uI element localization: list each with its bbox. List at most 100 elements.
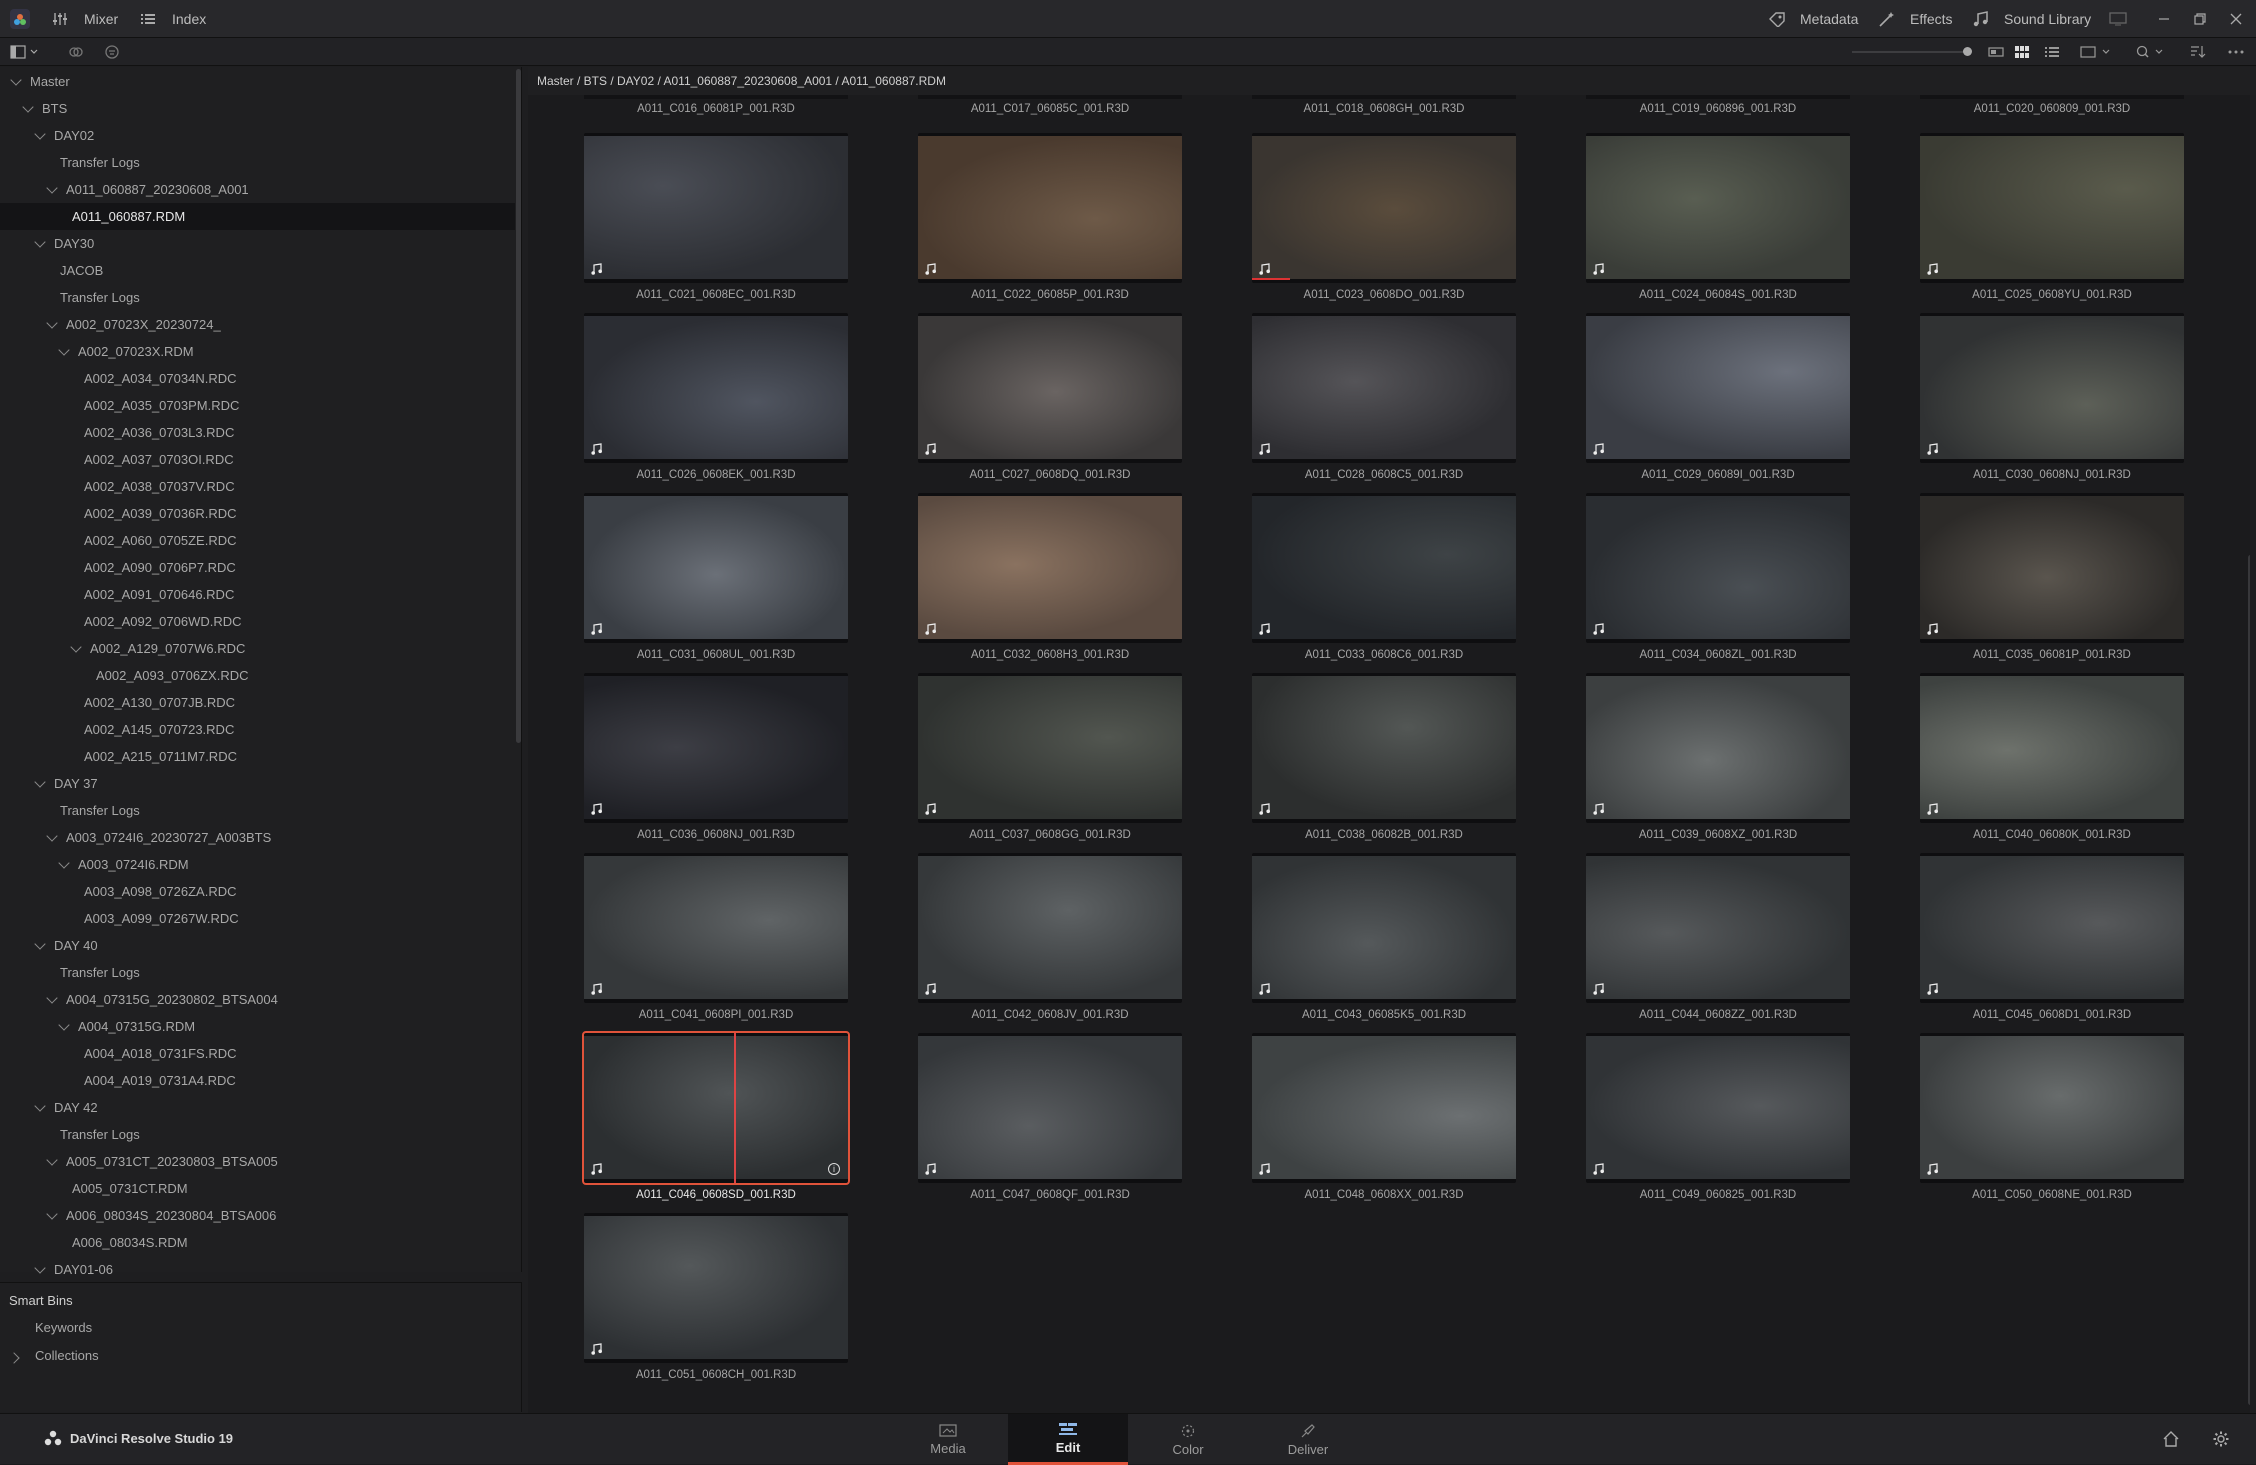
bin-tree-item[interactable]: DAY02 (0, 122, 515, 149)
chevron-down-icon[interactable] (58, 857, 70, 869)
chevron-down-icon[interactable] (46, 1154, 58, 1166)
clip-thumbnail[interactable] (1920, 133, 2184, 283)
clip-thumbnail[interactable] (1586, 1033, 1850, 1183)
bin-tree-item[interactable]: JACOB (0, 257, 515, 284)
panel-toggle-icon[interactable] (2108, 10, 2128, 28)
bin-tree-item[interactable]: A002_A060_0705ZE.RDC (0, 527, 515, 554)
clip-thumbnail[interactable] (1586, 95, 1850, 99)
bin-tree-item[interactable]: A005_0731CT_20230803_BTSA005 (0, 1148, 515, 1175)
bin-tree-item[interactable]: A002_A093_0706ZX.RDC (0, 662, 515, 689)
clip-thumbnail[interactable] (584, 95, 848, 99)
bin-tree-item[interactable]: A002_A215_0711M7.RDC (0, 743, 515, 770)
chevron-down-icon[interactable] (34, 1262, 46, 1274)
close-icon[interactable] (2226, 10, 2246, 28)
sound-library-button[interactable]: Sound Library (1972, 0, 2091, 38)
clip-thumbnail[interactable] (918, 673, 1182, 823)
settings-gear-icon[interactable] (2210, 1429, 2232, 1449)
bin-tree-item[interactable]: DAY01-06 (0, 1256, 515, 1283)
clip-thumbnail[interactable] (1920, 1033, 2184, 1183)
more-options-icon[interactable] (2226, 43, 2246, 61)
index-button[interactable]: Index (140, 0, 206, 38)
clip-thumbnail[interactable] (918, 95, 1182, 99)
bin-tree-item[interactable]: DAY 42 (0, 1094, 515, 1121)
clip-thumbnail[interactable] (1252, 673, 1516, 823)
bin-tree-item[interactable]: A005_0731CT.RDM (0, 1175, 515, 1202)
chevron-down-icon[interactable] (46, 182, 58, 194)
page-edit[interactable]: Edit (1008, 1414, 1128, 1465)
grid-scrollbar[interactable] (2248, 555, 2250, 1405)
bin-tree-item[interactable]: DAY 37 (0, 770, 515, 797)
chevron-right-icon[interactable] (8, 1352, 20, 1364)
bin-tree-item[interactable]: A004_A018_0731FS.RDC (0, 1040, 515, 1067)
sidebar-toggle-icon[interactable] (8, 43, 42, 61)
bin-tree-item[interactable]: A004_07315G_20230802_BTSA004 (0, 986, 515, 1013)
clip-thumbnail[interactable] (584, 853, 848, 1003)
clip-thumbnail[interactable] (1252, 313, 1516, 463)
filter-icon[interactable] (102, 43, 122, 61)
bin-tree-item[interactable]: A011_060887_20230608_A001 (0, 176, 515, 203)
chevron-down-icon[interactable] (10, 74, 22, 86)
clip-thumbnail[interactable] (1920, 493, 2184, 643)
clip-thumbnail[interactable] (918, 313, 1182, 463)
clip-thumbnail[interactable] (918, 1033, 1182, 1183)
chevron-down-icon[interactable] (58, 344, 70, 356)
list-view-icon[interactable] (2042, 43, 2062, 61)
sidebar-scrollbar[interactable] (516, 69, 521, 743)
bin-tree-item[interactable]: A004_A019_0731A4.RDC (0, 1067, 515, 1094)
chevron-down-icon[interactable] (58, 1019, 70, 1031)
chevron-down-icon[interactable] (34, 1100, 46, 1112)
clip-thumbnail[interactable] (1586, 673, 1850, 823)
unlink-icon[interactable] (66, 43, 86, 61)
clip-thumbnail[interactable] (918, 133, 1182, 283)
clip-thumbnail[interactable] (1586, 853, 1850, 1003)
bin-tree-item[interactable]: A002_A035_0703PM.RDC (0, 392, 515, 419)
page-color[interactable]: Color (1128, 1414, 1248, 1465)
bin-tree-item[interactable]: Transfer Logs (0, 149, 515, 176)
clip-thumbnail[interactable] (1252, 853, 1516, 1003)
bin-tree-item[interactable]: A002_A129_0707W6.RDC (0, 635, 515, 662)
clip-thumbnail[interactable] (1920, 673, 2184, 823)
clip-thumbnail[interactable] (1920, 853, 2184, 1003)
chevron-down-icon[interactable] (70, 641, 82, 653)
minimize-icon[interactable] (2154, 10, 2174, 28)
chevron-down-icon[interactable] (34, 938, 46, 950)
breadcrumb-path[interactable]: Master / BTS / DAY02 / A011_060887_20230… (537, 74, 946, 88)
chevron-down-icon[interactable] (46, 1208, 58, 1220)
bin-tree-item[interactable]: Transfer Logs (0, 1121, 515, 1148)
clip-thumbnail[interactable] (1252, 1033, 1516, 1183)
chevron-down-icon[interactable] (34, 776, 46, 788)
bin-tree-item[interactable]: A003_A099_07267W.RDC (0, 905, 515, 932)
bin-tree-item[interactable]: A011_060887.RDM (0, 203, 515, 230)
bin-tree-item[interactable]: A004_07315G.RDM (0, 1013, 515, 1040)
bin-tree-item[interactable]: Master (0, 68, 515, 95)
bin-tree-item[interactable]: BTS (0, 95, 515, 122)
clip-thumbnail[interactable] (1252, 95, 1516, 99)
clip-thumbnail[interactable]: i (582, 1031, 850, 1185)
page-media[interactable]: Media (888, 1414, 1008, 1465)
bin-tree-item[interactable]: A002_A038_07037V.RDC (0, 473, 515, 500)
bin-tree-item[interactable]: DAY 40 (0, 932, 515, 959)
bin-tree-item[interactable]: A002_07023X.RDM (0, 338, 515, 365)
chevron-down-icon[interactable] (34, 236, 46, 248)
bin-tree-item[interactable]: DAY30 (0, 230, 515, 257)
info-icon[interactable]: i (828, 1163, 840, 1175)
bin-tree-item[interactable]: Transfer Logs (0, 959, 515, 986)
bin-tree-item[interactable]: A002_A145_070723.RDC (0, 716, 515, 743)
bin-tree-item[interactable]: A002_A092_0706WD.RDC (0, 608, 515, 635)
smart-bin-keywords[interactable]: Keywords (35, 1320, 92, 1335)
effects-button[interactable]: Effects (1878, 0, 1953, 38)
page-deliver[interactable]: Deliver (1248, 1414, 1368, 1465)
home-icon[interactable] (2160, 1429, 2182, 1449)
clip-thumbnail[interactable] (918, 493, 1182, 643)
chevron-down-icon[interactable] (46, 317, 58, 329)
bin-tree-item[interactable]: A003_0724I6.RDM (0, 851, 515, 878)
bin-tree-item[interactable]: A002_A130_0707JB.RDC (0, 689, 515, 716)
smart-bin-collections[interactable]: Collections (0, 1345, 515, 1369)
bin-tree-item[interactable]: Transfer Logs (0, 797, 515, 824)
clip-thumbnail[interactable] (918, 853, 1182, 1003)
clip-thumbnail[interactable] (1252, 133, 1516, 283)
viewer-aspect-icon[interactable] (2078, 43, 2114, 61)
bin-tree-item[interactable]: A003_A098_0726ZA.RDC (0, 878, 515, 905)
clip-thumbnail[interactable] (584, 133, 848, 283)
zoom-slider-handle[interactable] (1963, 47, 1972, 56)
